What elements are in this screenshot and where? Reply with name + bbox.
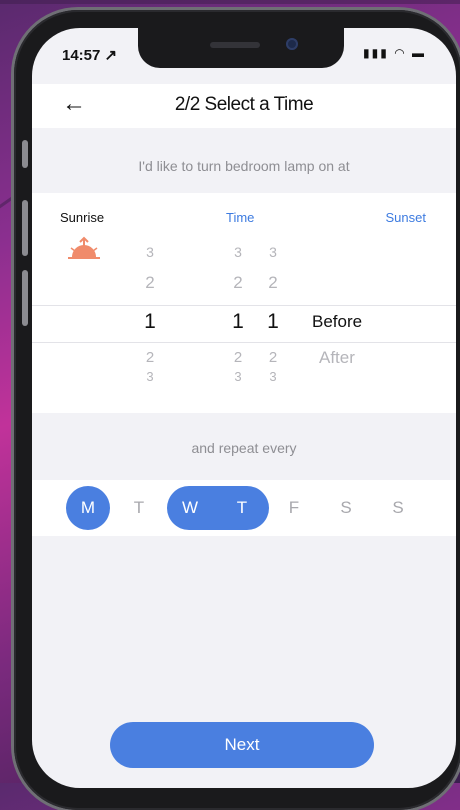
- after-option[interactable]: After: [319, 348, 355, 368]
- day-thursday[interactable]: T: [220, 486, 264, 530]
- speaker: [210, 42, 260, 48]
- day-tuesday[interactable]: T: [117, 486, 161, 530]
- picker-value[interactable]: 2: [234, 349, 242, 366]
- day-selector: M T W T F S S: [32, 480, 456, 536]
- picker-value[interactable]: 2: [268, 273, 277, 293]
- time-picker[interactable]: Sunrise Time Sunset 3 2 1 2 3 3 2 1 2 3 …: [32, 193, 456, 413]
- camera-icon: [286, 38, 298, 50]
- mute-switch: [22, 140, 28, 168]
- picker-value[interactable]: 2: [233, 273, 242, 293]
- picker-value[interactable]: 3: [269, 369, 276, 384]
- picker-value[interactable]: 3: [146, 244, 154, 260]
- picker-value[interactable]: 2: [269, 349, 277, 366]
- volume-down-button: [22, 270, 28, 326]
- picker-value[interactable]: 2: [145, 273, 154, 293]
- time-tab[interactable]: Time: [226, 210, 254, 225]
- picker-value[interactable]: 2: [146, 349, 154, 366]
- picker-value[interactable]: 3: [234, 244, 242, 260]
- picker-value-selected[interactable]: 1: [267, 310, 279, 334]
- page-title: 2/2 Select a Time: [174, 94, 314, 115]
- day-sunday[interactable]: S: [376, 486, 420, 530]
- picker-value[interactable]: 3: [146, 369, 153, 384]
- volume-up-button: [22, 200, 28, 256]
- picker-value[interactable]: 3: [234, 369, 241, 384]
- next-button[interactable]: Next: [110, 722, 374, 768]
- notch: [138, 28, 344, 68]
- repeat-text: and repeat every: [191, 440, 297, 456]
- sunrise-tab[interactable]: Sunrise: [60, 210, 104, 225]
- status-time: 14:57 ↗: [62, 47, 118, 64]
- header: ← 2/2 Select a Time: [32, 84, 456, 128]
- picker-value-selected[interactable]: 1: [144, 310, 156, 334]
- picker-value[interactable]: 3: [269, 244, 277, 260]
- status-icons: ▮▮▮ ◠ ▬: [363, 46, 426, 60]
- sunset-tab[interactable]: Sunset: [386, 210, 426, 225]
- day-saturday[interactable]: S: [324, 486, 368, 530]
- sunrise-icon: [68, 236, 100, 259]
- day-monday[interactable]: M: [66, 486, 110, 530]
- before-option[interactable]: Before: [312, 312, 362, 332]
- day-friday[interactable]: F: [272, 486, 316, 530]
- picker-value-selected[interactable]: 1: [232, 310, 244, 334]
- day-wednesday[interactable]: W: [168, 486, 212, 530]
- app-screen: 14:57 ↗ ▮▮▮ ◠ ▬ ← 2/2 Select a Time I'd …: [32, 28, 456, 788]
- prompt-text: I'd like to turn bedroom lamp on at: [138, 158, 350, 174]
- selection-band: [32, 305, 456, 343]
